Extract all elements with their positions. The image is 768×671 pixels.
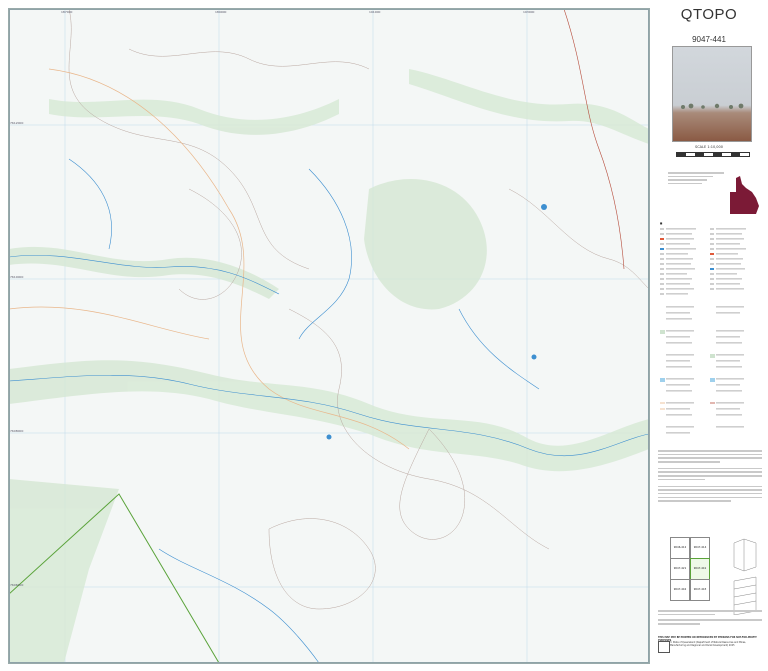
map-legend: ■ [660, 222, 760, 447]
topographic-map[interactable]: 187000 189000 191000 193000 7612000 7610… [8, 8, 650, 664]
grid-label-top-2: 189000 [215, 10, 227, 14]
index-cell[interactable]: 9047-414 [690, 537, 710, 559]
legend-section-points: ■ [660, 222, 663, 225]
landscape-photo [672, 46, 752, 142]
map-title: QTOPO [680, 6, 738, 23]
map-margin-panel: QTOPO 9047-441 SCALE 1:10,000 ■ 9046-412… [654, 0, 764, 671]
folding-diagram [730, 537, 760, 616]
grid-label-side-2: 7610000 [10, 275, 24, 279]
grid-label-side-4: 7606000 [10, 583, 24, 587]
crest-icon [658, 641, 670, 653]
adjoining-sheets-index: 9046-412 9047-414 9047-421 9047-441 9047… [670, 537, 728, 601]
legend-block-1 [660, 228, 760, 295]
grid-label-side-1: 7612000 [10, 121, 24, 125]
tree-line-icon [681, 103, 744, 109]
grid-label-top-3: 191000 [369, 10, 381, 14]
index-cell[interactable]: 9046-412 [670, 537, 690, 559]
scale-bar [676, 152, 750, 157]
grid-label-top-4: 193000 [523, 10, 535, 14]
grid-label-side-3: 7608000 [10, 429, 24, 433]
index-cell-current[interactable]: 9047-441 [690, 558, 710, 580]
projection-notes [668, 172, 724, 184]
supply-notes [658, 610, 762, 627]
legend-block-2 [660, 306, 760, 434]
disclaimer-text [658, 450, 762, 504]
map-canvas [9, 9, 649, 663]
map-sheet: 187000 189000 191000 193000 7612000 7610… [0, 0, 768, 671]
scale-label: SCALE 1:10,000 [695, 145, 723, 149]
sheet-number: 9047-441 [692, 35, 726, 44]
copyright-text: © State of Queensland (Department of Nat… [670, 641, 747, 647]
index-cell[interactable]: 9047-421 [670, 558, 690, 580]
index-cell[interactable]: 9047-443 [690, 579, 710, 601]
queensland-outline-icon [730, 176, 759, 214]
index-cell[interactable]: 9047-442 [670, 579, 690, 601]
grid-label-top-1: 187000 [61, 10, 73, 14]
queensland-locator-map [728, 176, 760, 220]
